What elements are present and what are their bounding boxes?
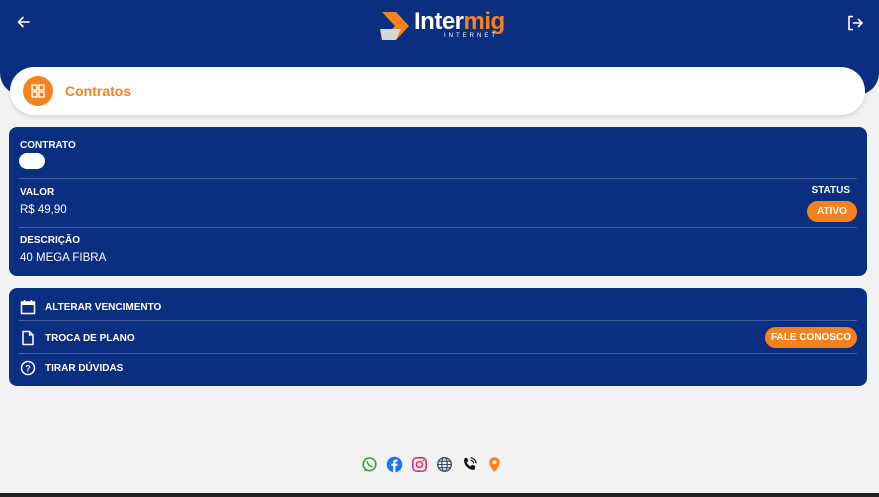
screen-bottom-edge — [0, 493, 879, 497]
status-label: STATUS — [811, 185, 850, 196]
logo-text-inter: Inter — [414, 8, 464, 35]
contract-card: CONTRATO VALOR STATUS R$ 49,90 ATIVO DES… — [9, 127, 867, 276]
instagram-icon[interactable] — [411, 456, 428, 473]
divider — [19, 227, 857, 228]
arrow-left-icon[interactable] — [14, 12, 34, 32]
facebook-icon[interactable] — [386, 456, 403, 473]
logo-text-mig: mig — [463, 8, 506, 35]
calendar-icon — [20, 299, 36, 315]
action-tirar-duvidas[interactable]: TIRAR DÚVIDAS — [45, 363, 123, 374]
document-icon — [20, 330, 36, 346]
grid-icon — [23, 76, 53, 106]
svg-text:?: ? — [25, 363, 31, 373]
help-circle-icon: ? — [20, 360, 36, 376]
descricao-value: 40 MEGA FIBRA — [20, 252, 107, 264]
divider — [19, 353, 857, 354]
contrato-label: CONTRATO — [20, 140, 76, 151]
intermig-logo: Intermig INTERNET — [380, 10, 505, 42]
actions-card: ALTERAR VENCIMENTO TROCA DE PLANO FALE C… — [9, 288, 867, 386]
fale-conosco-button[interactable]: FALE CONOSCO — [765, 327, 857, 348]
divider — [19, 320, 857, 321]
logo-chevron-icon — [380, 12, 409, 40]
status-badge: ATIVO — [807, 201, 857, 222]
action-troca-de-plano[interactable]: TROCA DE PLANO — [45, 333, 135, 344]
descricao-label: DESCRIÇÃO — [20, 235, 81, 246]
valor-label: VALOR — [20, 187, 55, 198]
logo-subtitle: INTERNET — [444, 33, 498, 39]
divider — [19, 178, 857, 179]
social-links — [361, 456, 503, 473]
phone-icon[interactable] — [461, 456, 478, 473]
page-title-card: Contratos — [10, 67, 865, 115]
location-pin-icon[interactable] — [486, 456, 503, 473]
valor-value: R$ 49,90 — [20, 204, 67, 216]
logout-icon[interactable] — [845, 13, 865, 33]
action-alterar-vencimento[interactable]: ALTERAR VENCIMENTO — [45, 302, 161, 313]
contract-number-redacted — [19, 153, 45, 169]
page-title: Contratos — [65, 83, 132, 99]
globe-icon[interactable] — [436, 456, 453, 473]
whatsapp-icon[interactable] — [361, 456, 378, 473]
